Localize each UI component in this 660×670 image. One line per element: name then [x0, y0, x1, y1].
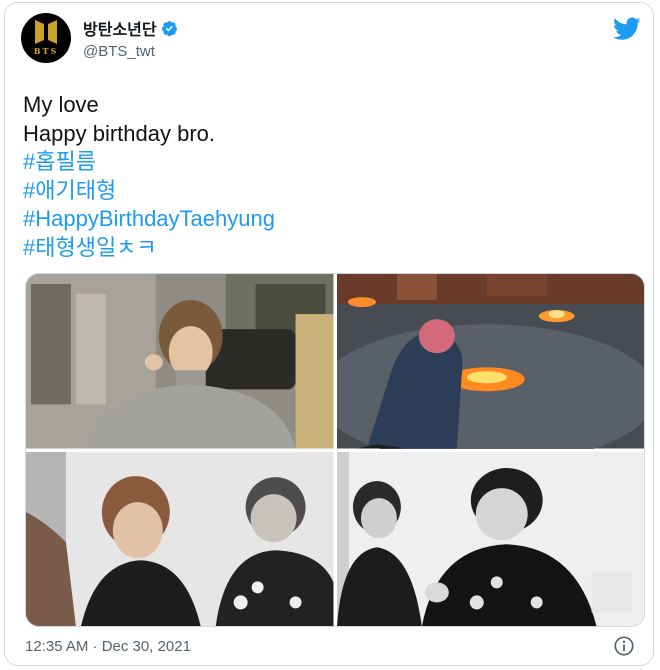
tweet-header: BTS 방탄소년단 @BTS_twt	[21, 13, 178, 63]
hashtag-link[interactable]: #홉필름	[23, 148, 275, 177]
avatar-logo-text: BTS	[33, 46, 59, 56]
hashtag-link[interactable]: #태형생일ㅊㅋ	[23, 234, 275, 263]
tweet-line-2: Happy birthday bro.	[23, 120, 215, 146]
twitter-bird-icon[interactable]	[613, 17, 641, 41]
author-names: 방탄소년단 @BTS_twt	[83, 16, 178, 60]
media-grid	[25, 273, 645, 627]
hashtag-link[interactable]: #HappyBirthdayTaehyung	[23, 205, 275, 234]
tweet-text: My love Happy birthday bro. #홉필름 #애기태형 #…	[23, 91, 275, 263]
tweet-timestamp[interactable]: 12:35 AM · Dec 30, 2021	[25, 638, 191, 655]
tweet-card: BTS 방탄소년단 @BTS_twt My love Happy birthda…	[4, 2, 654, 666]
avatar[interactable]: BTS	[21, 13, 71, 63]
display-name[interactable]: 방탄소년단	[83, 16, 157, 40]
verified-badge-icon	[161, 20, 177, 36]
tweet-line-1: My love	[23, 92, 99, 117]
bts-logo-icon	[35, 20, 57, 44]
hashtag-link[interactable]: #애기태형	[23, 177, 275, 206]
tweet-photo-2[interactable]	[336, 274, 644, 449]
author-handle[interactable]: @BTS_twt	[83, 43, 178, 60]
display-name-row: 방탄소년단	[83, 16, 178, 40]
tweet-photo-1[interactable]	[26, 274, 334, 449]
info-icon[interactable]	[613, 635, 635, 657]
tweet-photo-4[interactable]	[336, 451, 644, 626]
tweet-photo-3[interactable]	[26, 451, 334, 626]
